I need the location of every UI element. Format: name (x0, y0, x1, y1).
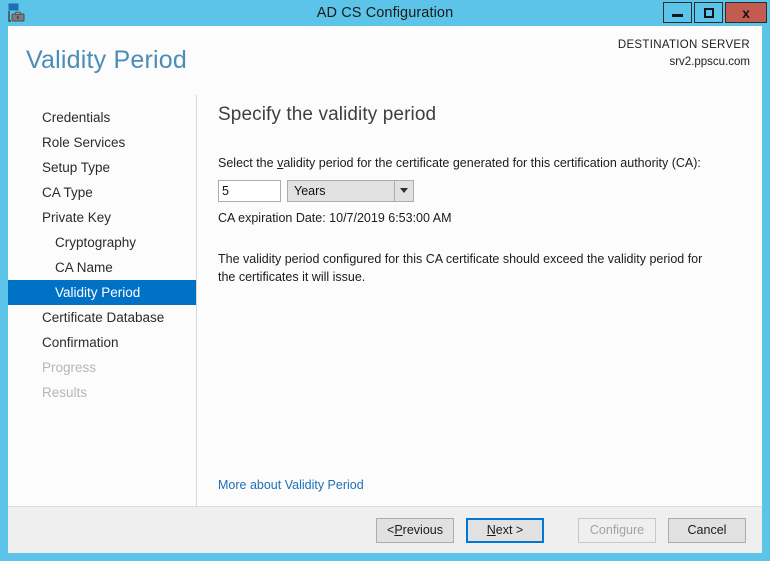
sidebar-item-role-services[interactable]: Role Services (8, 130, 196, 155)
sidebar-item-setup-type[interactable]: Setup Type (8, 155, 196, 180)
previous-accelerator: P (394, 523, 403, 537)
sidebar-item-confirmation[interactable]: Confirmation (8, 330, 196, 355)
validity-period-note: The validity period configured for this … (218, 251, 703, 285)
maximize-button[interactable] (694, 2, 723, 23)
minimize-button[interactable] (663, 2, 692, 23)
destination-server-label: DESTINATION SERVER (617, 39, 750, 51)
client-area: Validity Period DESTINATION SERVER srv2.… (8, 26, 762, 553)
wizard-step-nav: Credentials Role Services Setup Type CA … (8, 95, 197, 506)
sidebar-item-private-key[interactable]: Private Key (8, 205, 196, 230)
validity-prompt-before: Select the (218, 156, 278, 170)
validity-period-units-value: Years (294, 183, 326, 198)
sidebar-item-validity-period[interactable]: Validity Period (8, 280, 196, 305)
validity-period-units-dropdown[interactable]: Years (287, 179, 414, 202)
previous-button[interactable]: < Previous (376, 517, 454, 543)
destination-server-name: srv2.ppscu.com (669, 55, 750, 68)
sidebar-item-results: Results (42, 385, 88, 400)
wizard-header: Validity Period DESTINATION SERVER srv2.… (8, 26, 762, 95)
sidebar-item-credentials[interactable]: Credentials (8, 105, 196, 130)
server-manager-icon (4, 0, 30, 26)
sidebar-item-certificate-database[interactable]: Certificate Database (8, 305, 196, 330)
next-accelerator: N (486, 523, 496, 537)
wizard-footer: < Previous Next > Configure Cancel (8, 506, 762, 553)
validity-prompt-after: alidity period for the certificate gener… (283, 156, 701, 170)
wizard-body: Credentials Role Services Setup Type CA … (8, 95, 762, 506)
caption-button-group: x (663, 2, 767, 23)
more-about-validity-period-link[interactable]: More about Validity Period (218, 478, 364, 492)
title-bar[interactable]: AD CS Configuration x (0, 0, 770, 26)
next-button[interactable]: Next > (466, 517, 544, 543)
previous-label-after: revious (402, 523, 443, 537)
content-heading: Specify the validity period (218, 104, 437, 125)
ad-cs-configuration-window: AD CS Configuration x Validity Period DE… (0, 0, 770, 561)
sidebar-item-progress: Progress (42, 360, 97, 375)
validity-prompt-label: Select the validity period for the certi… (218, 154, 762, 173)
close-icon: x (742, 4, 750, 21)
window-title: AD CS Configuration (316, 5, 454, 21)
configure-button: Configure (578, 517, 656, 543)
cancel-button[interactable]: Cancel (668, 517, 746, 543)
page-title: Validity Period (26, 46, 187, 74)
content-pane: Specify the validity period Select the v… (196, 95, 762, 506)
ca-expiration-date: CA expiration Date: 10/7/2019 6:53:00 AM (218, 210, 452, 225)
sidebar-item-cryptography[interactable]: Cryptography (8, 230, 196, 255)
destination-server-block: DESTINATION SERVER srv2.ppscu.com (618, 37, 750, 70)
sidebar-item-ca-type[interactable]: CA Type (8, 180, 196, 205)
next-label-after: ext > (495, 523, 524, 537)
validity-period-input[interactable] (218, 179, 281, 202)
chevron-down-icon[interactable] (394, 180, 413, 201)
sidebar-item-ca-name[interactable]: CA Name (8, 255, 196, 280)
validity-period-controls: Years (218, 179, 762, 202)
close-button[interactable]: x (725, 2, 767, 23)
previous-label-before: < (387, 523, 395, 537)
maximize-icon (703, 7, 714, 18)
minimize-icon (672, 14, 683, 17)
